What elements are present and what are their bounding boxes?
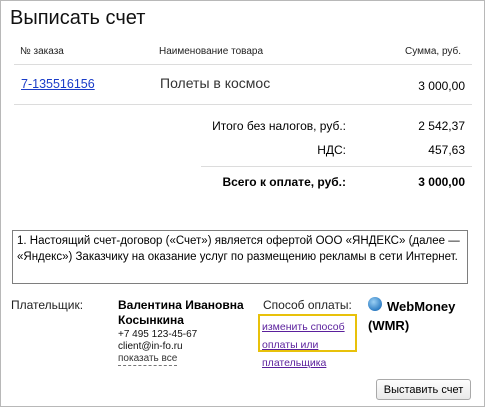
payment-method-code: (WMR) xyxy=(368,318,410,333)
payment-method-label: Способ оплаты: xyxy=(263,298,352,312)
webmoney-globe-icon xyxy=(368,297,382,311)
header-divider xyxy=(14,64,472,65)
column-header-product: Наименование товара xyxy=(159,46,264,57)
order-number-link[interactable]: 7-135516156 xyxy=(21,77,95,91)
column-header-order-no: № заказа xyxy=(20,46,64,57)
total-value: 3 000,00 xyxy=(418,175,465,189)
change-payment-link[interactable]: изменить способ оплаты или плательщика xyxy=(262,321,345,369)
vat-value: 457,63 xyxy=(428,143,465,157)
change-payment-highlight: изменить способ оплаты или плательщика xyxy=(258,314,357,369)
contract-textarea[interactable]: 1. Настоящий счет-договор («Счет») являе… xyxy=(12,230,468,284)
column-header-sum: Сумма, руб. xyxy=(405,46,462,57)
total-label: Всего к оплате, руб.: xyxy=(222,175,346,189)
subtotal-value: 2 542,37 xyxy=(418,119,465,133)
vat-label: НДС: xyxy=(317,143,346,157)
payer-label: Плательщик: xyxy=(11,298,84,312)
show-all-link[interactable]: показать все xyxy=(118,353,178,366)
totals-divider xyxy=(201,166,472,167)
page-title: Выписать счет xyxy=(10,7,146,29)
invoice-form: Выписать счет № заказа Наименование това… xyxy=(0,0,485,407)
issue-invoice-button[interactable]: Выставить счет xyxy=(376,379,471,400)
payer-email: client@in-fo.ru xyxy=(118,341,183,352)
payer-phone: +7 495 123-45-67 xyxy=(118,329,198,340)
payer-name: Валентина Ивановна Косынкина xyxy=(118,298,244,327)
payment-method-name: WebMoney xyxy=(387,299,456,314)
row-sum: 3 000,00 xyxy=(418,79,465,93)
row-divider xyxy=(14,104,472,105)
product-name: Полеты в космос xyxy=(160,75,271,91)
subtotal-label: Итого без налогов, руб.: xyxy=(212,119,346,133)
